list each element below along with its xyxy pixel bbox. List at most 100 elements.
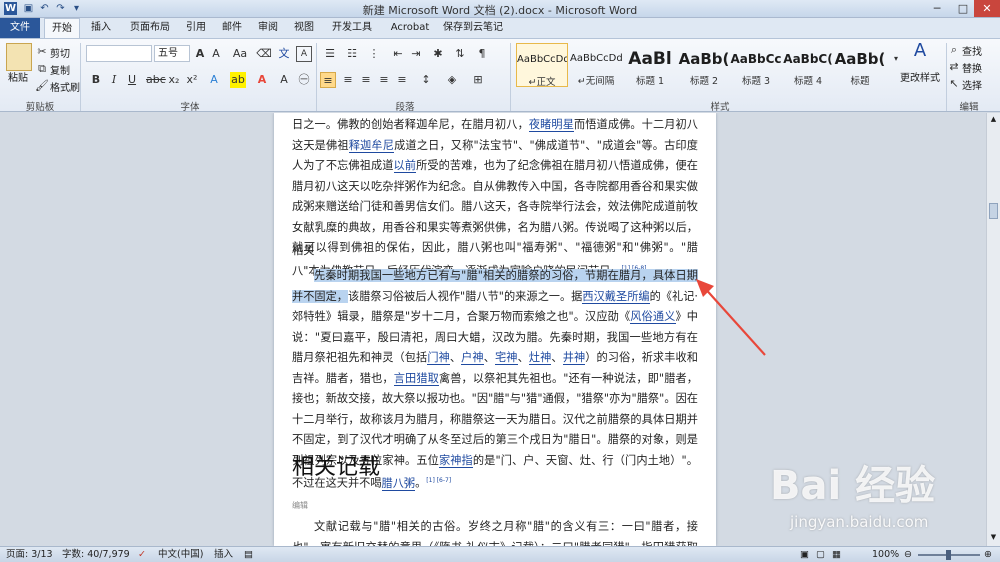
word-count[interactable]: 字数: 40/7,979 <box>62 548 130 562</box>
line-spacing-icon[interactable]: ↕ <box>418 72 434 88</box>
format-painter-button[interactable]: 格式刷 <box>50 79 80 94</box>
replace-button[interactable]: 替换 <box>962 60 982 75</box>
find-icon[interactable]: ⌕ <box>946 42 962 58</box>
document-page[interactable]: 日之一。佛教的创始者释迦牟尼，在腊月初八，夜睹明星而悟道成佛。十二月初八这天是佛… <box>274 113 716 546</box>
text-effects-icon[interactable]: A <box>206 72 222 88</box>
style-title[interactable]: AaBb( 标题 <box>834 43 886 87</box>
decrease-indent-icon[interactable]: ⇤ <box>390 46 406 62</box>
align-center-icon[interactable]: ≡ <box>340 72 356 88</box>
paragraph[interactable]: 文献记载与"腊"相关的古俗。岁终之月称"腊"的含义有三：一曰"腊者，接也"，寓有… <box>292 517 698 546</box>
paste-button[interactable]: 粘贴 <box>8 69 28 84</box>
maximize-icon[interactable]: □ <box>950 0 976 17</box>
tab-view[interactable]: 视图 <box>288 18 320 38</box>
paste-icon[interactable] <box>6 43 32 71</box>
style-heading-2[interactable]: AaBb( 标题 2 <box>678 43 730 87</box>
select-icon[interactable]: ↖ <box>946 76 962 92</box>
zoom-slider-thumb[interactable] <box>946 550 951 560</box>
font-name-combo[interactable] <box>86 45 152 62</box>
style-normal[interactable]: AaBbCcDd ↵正文 <box>516 43 568 88</box>
multilevel-list-icon[interactable]: ⋮ <box>366 46 382 62</box>
borders-icon[interactable]: ⊞ <box>470 72 486 88</box>
italic-icon[interactable]: I <box>106 72 122 88</box>
change-styles-icon[interactable]: A <box>910 42 930 65</box>
copy-button[interactable]: 复制 <box>50 62 70 77</box>
tab-review[interactable]: 审阅 <box>252 18 284 38</box>
grow-font-icon[interactable]: A <box>192 46 208 62</box>
font-size-combo[interactable]: 五号 <box>154 45 190 62</box>
char-border-icon[interactable]: A <box>296 46 312 62</box>
tab-save-cloud[interactable]: 保存到云笔记 <box>440 18 506 38</box>
shading-icon[interactable]: ◈ <box>444 72 460 88</box>
highlight-icon[interactable]: ab <box>230 72 246 88</box>
link[interactable]: 以前 <box>393 159 417 173</box>
insert-mode[interactable]: 插入 <box>214 548 233 562</box>
find-button[interactable]: 查找 <box>962 43 982 58</box>
align-left-icon[interactable]: ≡ <box>320 72 336 88</box>
tab-insert[interactable]: 插入 <box>84 18 118 38</box>
link[interactable]: 言田猎取 <box>393 371 439 386</box>
link[interactable]: 井神 <box>562 351 586 365</box>
show-marks-icon[interactable]: ¶ <box>474 46 490 62</box>
format-painter-icon[interactable]: 🖌 <box>34 78 50 94</box>
chinese-layout-icon[interactable]: ✱ <box>430 46 446 62</box>
tab-mailings[interactable]: 邮件 <box>216 18 248 38</box>
numbering-icon[interactable]: ☷ <box>344 46 360 62</box>
sort-icon[interactable]: ⇅ <box>452 46 468 62</box>
macro-record-icon[interactable]: ▤ <box>244 548 253 562</box>
zoom-in-icon[interactable]: ⊕ <box>984 548 992 562</box>
align-right-icon[interactable]: ≡ <box>358 72 374 88</box>
bold-icon[interactable]: B <box>88 72 104 88</box>
zoom-out-icon[interactable]: ⊖ <box>904 548 912 562</box>
font-color-icon[interactable]: A <box>254 72 270 88</box>
justify-icon[interactable]: ≡ <box>376 72 392 88</box>
link[interactable]: 灶神 <box>528 351 552 365</box>
strikethrough-icon[interactable]: abc <box>146 72 166 88</box>
style-heading-3[interactable]: AaBbCc 标题 3 <box>730 43 782 87</box>
full-screen-icon[interactable]: ▢ <box>816 548 825 562</box>
link[interactable]: 户神 <box>461 351 484 365</box>
tab-developer[interactable]: 开发工具 <box>326 18 378 38</box>
replace-icon[interactable]: ⇄ <box>946 59 962 75</box>
phonetic-guide-icon[interactable]: 文 <box>276 46 292 62</box>
proofing-icon[interactable]: ✓ <box>138 548 146 562</box>
link[interactable]: 宅神 <box>495 351 518 365</box>
change-case-icon[interactable]: Aa <box>232 46 248 62</box>
increase-indent-icon[interactable]: ⇥ <box>408 46 424 62</box>
minimize-icon[interactable]: ─ <box>924 0 950 17</box>
link[interactable]: 门神 <box>427 351 450 365</box>
copy-icon[interactable]: ⧉ <box>34 61 50 77</box>
shrink-font-icon[interactable]: A <box>208 46 224 62</box>
tab-file[interactable]: 文件 <box>0 18 40 38</box>
tab-references[interactable]: 引用 <box>180 18 212 38</box>
superscript-icon[interactable]: x² <box>184 72 200 88</box>
tab-home[interactable]: 开始 <box>44 18 80 38</box>
style-no-spacing[interactable]: AaBbCcDd ↵无间隔 <box>570 43 622 87</box>
vertical-scrollbar[interactable]: ▲ ▼ <box>986 113 1000 546</box>
enclose-char-icon[interactable]: ㊀ <box>296 72 312 88</box>
cut-button[interactable]: 剪切 <box>50 45 70 60</box>
link[interactable]: 夜睹明星 <box>528 118 574 132</box>
scroll-up-icon[interactable]: ▲ <box>989 115 998 125</box>
link[interactable]: 西汉戴圣所编 <box>582 289 650 304</box>
print-layout-icon[interactable]: ▣ <box>800 548 809 562</box>
language-indicator[interactable]: 中文(中国) <box>158 548 203 562</box>
web-layout-icon[interactable]: ▦ <box>832 548 841 562</box>
subscript-icon[interactable]: x₂ <box>166 72 182 88</box>
style-heading-4[interactable]: AaBbC( 标题 4 <box>782 43 834 87</box>
change-styles-button[interactable]: 更改样式 <box>900 69 940 84</box>
distributed-icon[interactable]: ≡ <box>394 72 410 88</box>
zoom-level[interactable]: 100% <box>872 548 899 562</box>
tab-page-layout[interactable]: 页面布局 <box>124 18 176 38</box>
link[interactable]: 释迦牟尼 <box>348 138 395 153</box>
clear-format-icon[interactable]: ⌫ <box>256 46 272 62</box>
scroll-down-icon[interactable]: ▼ <box>989 533 998 543</box>
styles-scroll-icon[interactable]: ▾ <box>888 51 904 67</box>
select-button[interactable]: 选择 <box>962 77 982 92</box>
scroll-thumb[interactable] <box>989 203 998 219</box>
bullets-icon[interactable]: ☰ <box>322 46 338 62</box>
style-heading-1[interactable]: AaBl 标题 1 <box>624 43 676 87</box>
tab-acrobat[interactable]: Acrobat <box>386 18 434 38</box>
char-shading-icon[interactable]: A <box>276 72 292 88</box>
edit-link[interactable]: 编辑 <box>292 500 698 512</box>
underline-icon[interactable]: U <box>124 72 140 88</box>
